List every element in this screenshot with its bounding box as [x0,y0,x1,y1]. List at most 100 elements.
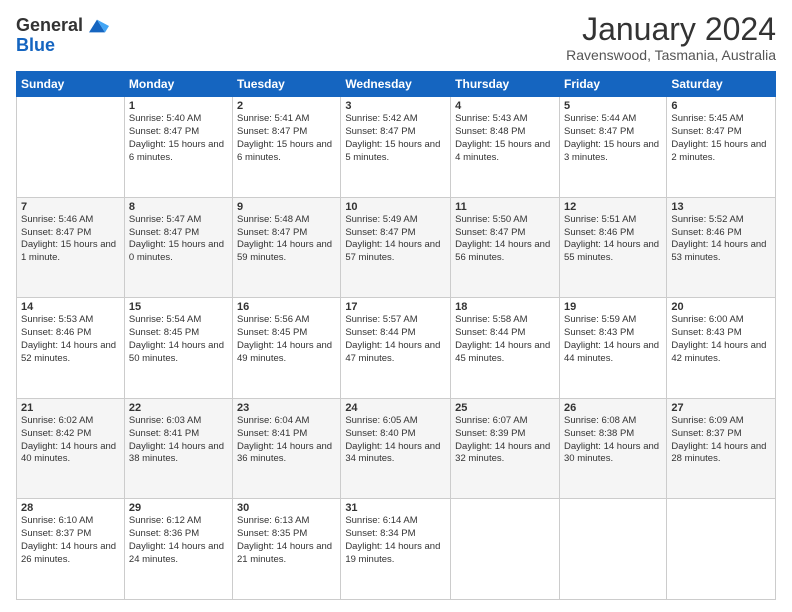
calendar-cell: 20Sunrise: 6:00 AMSunset: 8:43 PMDayligh… [667,298,776,399]
day-number: 2 [237,100,336,112]
day-info: Sunrise: 5:53 AMSunset: 8:46 PMDaylight:… [21,314,120,365]
day-number: 1 [129,100,228,112]
day-info: Sunrise: 6:10 AMSunset: 8:37 PMDaylight:… [21,515,120,566]
calendar-cell: 12Sunrise: 5:51 AMSunset: 8:46 PMDayligh… [559,197,666,298]
logo-icon [85,16,109,36]
weekday-header-monday: Monday [124,72,232,97]
day-number: 11 [455,201,555,213]
calendar-cell: 9Sunrise: 5:48 AMSunset: 8:47 PMDaylight… [233,197,341,298]
day-info: Sunrise: 5:47 AMSunset: 8:47 PMDaylight:… [129,214,228,265]
day-number: 10 [345,201,446,213]
calendar-cell: 7Sunrise: 5:46 AMSunset: 8:47 PMDaylight… [17,197,125,298]
calendar-cell: 18Sunrise: 5:58 AMSunset: 8:44 PMDayligh… [451,298,560,399]
week-row-4: 28Sunrise: 6:10 AMSunset: 8:37 PMDayligh… [17,499,776,600]
calendar-cell: 29Sunrise: 6:12 AMSunset: 8:36 PMDayligh… [124,499,232,600]
day-info: Sunrise: 5:51 AMSunset: 8:46 PMDaylight:… [564,214,662,265]
weekday-header-saturday: Saturday [667,72,776,97]
page: General Blue January 2024 Ravenswood, Ta… [0,0,792,612]
day-number: 5 [564,100,662,112]
calendar: SundayMondayTuesdayWednesdayThursdayFrid… [16,71,776,600]
day-number: 27 [671,402,771,414]
day-info: Sunrise: 5:40 AMSunset: 8:47 PMDaylight:… [129,113,228,164]
weekday-header-friday: Friday [559,72,666,97]
day-info: Sunrise: 6:05 AMSunset: 8:40 PMDaylight:… [345,415,446,466]
calendar-cell: 8Sunrise: 5:47 AMSunset: 8:47 PMDaylight… [124,197,232,298]
calendar-cell [559,499,666,600]
day-number: 4 [455,100,555,112]
week-row-2: 14Sunrise: 5:53 AMSunset: 8:46 PMDayligh… [17,298,776,399]
calendar-cell: 28Sunrise: 6:10 AMSunset: 8:37 PMDayligh… [17,499,125,600]
day-info: Sunrise: 5:48 AMSunset: 8:47 PMDaylight:… [237,214,336,265]
calendar-cell: 27Sunrise: 6:09 AMSunset: 8:37 PMDayligh… [667,398,776,499]
day-number: 25 [455,402,555,414]
day-info: Sunrise: 5:49 AMSunset: 8:47 PMDaylight:… [345,214,446,265]
calendar-cell: 30Sunrise: 6:13 AMSunset: 8:35 PMDayligh… [233,499,341,600]
day-number: 31 [345,502,446,514]
logo-general: General [16,16,83,36]
day-info: Sunrise: 5:46 AMSunset: 8:47 PMDaylight:… [21,214,120,265]
calendar-cell: 24Sunrise: 6:05 AMSunset: 8:40 PMDayligh… [341,398,451,499]
calendar-cell: 6Sunrise: 5:45 AMSunset: 8:47 PMDaylight… [667,97,776,198]
calendar-cell: 13Sunrise: 5:52 AMSunset: 8:46 PMDayligh… [667,197,776,298]
day-info: Sunrise: 5:41 AMSunset: 8:47 PMDaylight:… [237,113,336,164]
day-number: 6 [671,100,771,112]
day-info: Sunrise: 5:54 AMSunset: 8:45 PMDaylight:… [129,314,228,365]
day-info: Sunrise: 6:09 AMSunset: 8:37 PMDaylight:… [671,415,771,466]
day-info: Sunrise: 5:56 AMSunset: 8:45 PMDaylight:… [237,314,336,365]
calendar-cell: 16Sunrise: 5:56 AMSunset: 8:45 PMDayligh… [233,298,341,399]
calendar-cell: 4Sunrise: 5:43 AMSunset: 8:48 PMDaylight… [451,97,560,198]
day-number: 23 [237,402,336,414]
day-number: 13 [671,201,771,213]
logo: General Blue [16,16,109,56]
calendar-cell [17,97,125,198]
calendar-cell: 5Sunrise: 5:44 AMSunset: 8:47 PMDaylight… [559,97,666,198]
weekday-header-tuesday: Tuesday [233,72,341,97]
day-number: 8 [129,201,228,213]
day-info: Sunrise: 6:03 AMSunset: 8:41 PMDaylight:… [129,415,228,466]
calendar-cell: 26Sunrise: 6:08 AMSunset: 8:38 PMDayligh… [559,398,666,499]
week-row-0: 1Sunrise: 5:40 AMSunset: 8:47 PMDaylight… [17,97,776,198]
day-info: Sunrise: 5:50 AMSunset: 8:47 PMDaylight:… [455,214,555,265]
day-number: 18 [455,301,555,313]
day-info: Sunrise: 5:52 AMSunset: 8:46 PMDaylight:… [671,214,771,265]
day-number: 19 [564,301,662,313]
day-info: Sunrise: 5:44 AMSunset: 8:47 PMDaylight:… [564,113,662,164]
day-info: Sunrise: 5:59 AMSunset: 8:43 PMDaylight:… [564,314,662,365]
day-number: 15 [129,301,228,313]
weekday-header-thursday: Thursday [451,72,560,97]
day-info: Sunrise: 5:42 AMSunset: 8:47 PMDaylight:… [345,113,446,164]
weekday-header-sunday: Sunday [17,72,125,97]
week-row-3: 21Sunrise: 6:02 AMSunset: 8:42 PMDayligh… [17,398,776,499]
day-info: Sunrise: 5:45 AMSunset: 8:47 PMDaylight:… [671,113,771,164]
calendar-cell: 11Sunrise: 5:50 AMSunset: 8:47 PMDayligh… [451,197,560,298]
day-number: 30 [237,502,336,514]
day-info: Sunrise: 6:00 AMSunset: 8:43 PMDaylight:… [671,314,771,365]
logo-blue: Blue [16,36,109,56]
calendar-cell: 10Sunrise: 5:49 AMSunset: 8:47 PMDayligh… [341,197,451,298]
calendar-cell: 14Sunrise: 5:53 AMSunset: 8:46 PMDayligh… [17,298,125,399]
calendar-cell: 22Sunrise: 6:03 AMSunset: 8:41 PMDayligh… [124,398,232,499]
day-number: 21 [21,402,120,414]
day-info: Sunrise: 6:04 AMSunset: 8:41 PMDaylight:… [237,415,336,466]
calendar-cell: 15Sunrise: 5:54 AMSunset: 8:45 PMDayligh… [124,298,232,399]
day-number: 12 [564,201,662,213]
calendar-cell [451,499,560,600]
day-info: Sunrise: 5:43 AMSunset: 8:48 PMDaylight:… [455,113,555,164]
month-title: January 2024 [566,12,776,47]
day-number: 14 [21,301,120,313]
day-number: 28 [21,502,120,514]
day-info: Sunrise: 6:08 AMSunset: 8:38 PMDaylight:… [564,415,662,466]
header: General Blue January 2024 Ravenswood, Ta… [16,12,776,63]
weekday-header-row: SundayMondayTuesdayWednesdayThursdayFrid… [17,72,776,97]
day-number: 7 [21,201,120,213]
weekday-header-wednesday: Wednesday [341,72,451,97]
day-number: 20 [671,301,771,313]
calendar-cell: 3Sunrise: 5:42 AMSunset: 8:47 PMDaylight… [341,97,451,198]
calendar-cell: 19Sunrise: 5:59 AMSunset: 8:43 PMDayligh… [559,298,666,399]
calendar-cell: 1Sunrise: 5:40 AMSunset: 8:47 PMDaylight… [124,97,232,198]
day-number: 22 [129,402,228,414]
day-number: 29 [129,502,228,514]
day-number: 9 [237,201,336,213]
day-number: 17 [345,301,446,313]
calendar-cell: 17Sunrise: 5:57 AMSunset: 8:44 PMDayligh… [341,298,451,399]
